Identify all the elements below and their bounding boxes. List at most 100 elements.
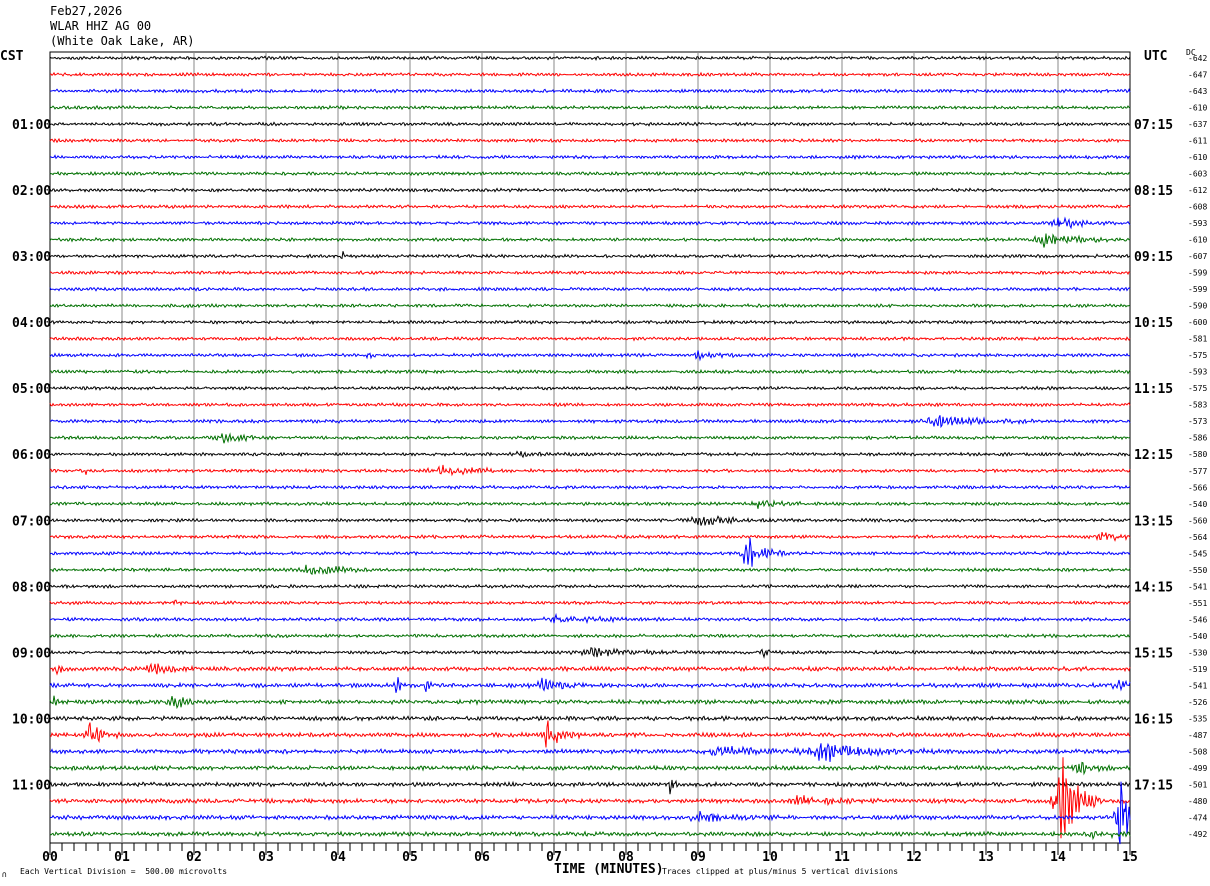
seismic-trace xyxy=(49,633,1131,639)
x-tick-label: 14 xyxy=(1050,850,1066,865)
dc-offset-label: -599 xyxy=(1188,285,1207,294)
seismic-trace xyxy=(49,154,1131,161)
x-tick-label: 09 xyxy=(690,850,706,865)
cst-hour-label: 03:00 xyxy=(12,250,51,265)
x-tick-label: 15 xyxy=(1122,850,1138,865)
seismic-trace xyxy=(49,564,1131,576)
seismic-trace xyxy=(49,830,1131,841)
dc-offset-label: -526 xyxy=(1188,698,1207,707)
dc-offset-label: -608 xyxy=(1188,203,1207,212)
dc-offset-label: -643 xyxy=(1188,87,1207,96)
cst-hour-label: 07:00 xyxy=(12,514,51,529)
dc-offset-label: -581 xyxy=(1188,335,1207,344)
seismic-trace xyxy=(49,531,1131,542)
dc-offset-label: -610 xyxy=(1188,104,1207,113)
scale-note: Each Vertical Division = 500.00 microvol… xyxy=(20,867,228,876)
dc-offset-label: -610 xyxy=(1188,236,1207,245)
dc-offset-label: -492 xyxy=(1188,830,1207,839)
seismic-trace xyxy=(49,121,1131,127)
seismic-trace xyxy=(49,319,1131,326)
seismic-trace xyxy=(49,187,1131,193)
x-tick-label: 01 xyxy=(114,850,130,865)
plot-frame xyxy=(49,51,1131,844)
dc-offset-label: -647 xyxy=(1188,71,1207,80)
seismic-trace xyxy=(49,88,1131,94)
cst-hour-label: 04:00 xyxy=(12,316,51,331)
seismic-trace xyxy=(49,742,1131,762)
dc-offset-label: -508 xyxy=(1188,747,1207,756)
dc-offset-label: -637 xyxy=(1188,120,1207,129)
seismic-trace xyxy=(49,761,1131,776)
dc-offset-label: -540 xyxy=(1188,500,1207,509)
dc-offset-label: -612 xyxy=(1188,186,1207,195)
utc-hour-label: 07:15 xyxy=(1134,118,1173,133)
dc-offset-label: -575 xyxy=(1188,351,1207,360)
seismic-trace xyxy=(49,695,1131,710)
seismic-trace xyxy=(49,432,1131,444)
seismic-trace xyxy=(49,415,1131,429)
dc-offset-label: -545 xyxy=(1188,549,1207,558)
dc-offset-label: -551 xyxy=(1188,599,1207,608)
x-tick-label: 04 xyxy=(330,850,346,865)
dc-offset-label: -535 xyxy=(1188,714,1207,723)
seismic-trace xyxy=(49,104,1131,111)
seismic-trace xyxy=(49,499,1131,509)
dc-offset-label: -540 xyxy=(1188,632,1207,641)
dc-offset-label: -583 xyxy=(1188,401,1207,410)
x-tick-label: 02 xyxy=(186,850,202,865)
seismic-trace xyxy=(49,71,1131,78)
seismic-trace xyxy=(49,484,1131,491)
dc-offset-label: -642 xyxy=(1188,54,1207,63)
dc-offset-label: -519 xyxy=(1188,665,1207,674)
utc-hour-label: 12:15 xyxy=(1134,448,1173,463)
seismic-trace xyxy=(49,251,1131,260)
dc-offset-label: -590 xyxy=(1188,302,1207,311)
seismic-trace xyxy=(49,302,1131,309)
seismic-trace xyxy=(49,677,1131,693)
dc-offset-label: -586 xyxy=(1188,434,1207,443)
seismic-trace xyxy=(49,599,1131,607)
utc-hour-label: 13:15 xyxy=(1134,514,1173,529)
x-tick-label: 11 xyxy=(834,850,850,865)
dc-offset-label: -603 xyxy=(1188,170,1207,179)
dc-offset-label: -575 xyxy=(1188,384,1207,393)
seismic-trace xyxy=(49,350,1131,362)
dc-offset-label: -474 xyxy=(1188,813,1207,822)
seismic-trace xyxy=(49,720,1131,748)
dc-offset-label: -607 xyxy=(1188,252,1207,261)
cst-hour-label: 01:00 xyxy=(12,118,51,133)
x-tick-label: 06 xyxy=(474,850,490,865)
seismic-trace xyxy=(49,537,1131,567)
cst-hour-label: 11:00 xyxy=(12,778,51,793)
utc-hour-label: 09:15 xyxy=(1134,250,1173,265)
x-tick-label: 10 xyxy=(762,850,778,865)
logo-mark: ∩ xyxy=(2,870,7,879)
dc-offset-label: -480 xyxy=(1188,797,1207,806)
seismic-trace xyxy=(49,233,1131,248)
seismic-trace xyxy=(50,612,1131,625)
seismic-trace xyxy=(49,137,1131,144)
seismic-trace xyxy=(49,515,1131,526)
utc-hour-label: 11:15 xyxy=(1134,382,1173,397)
dc-offset-label: -499 xyxy=(1188,764,1207,773)
dc-offset-label: -564 xyxy=(1188,533,1207,542)
x-tick-label: 13 xyxy=(978,850,994,865)
seismic-trace xyxy=(49,647,1131,659)
utc-hour-label: 08:15 xyxy=(1134,184,1173,199)
dc-offset-label: -610 xyxy=(1188,153,1207,162)
seismic-trace xyxy=(49,401,1131,408)
cst-hour-label: 09:00 xyxy=(12,646,51,661)
seismic-trace xyxy=(49,464,1131,477)
dc-offset-label: -611 xyxy=(1188,137,1207,146)
utc-hour-label: 15:15 xyxy=(1134,646,1173,661)
dc-offset-label: -593 xyxy=(1188,219,1207,228)
utc-hour-label: 14:15 xyxy=(1134,580,1173,595)
seismic-trace xyxy=(49,55,1131,62)
seismic-trace xyxy=(49,203,1131,210)
dc-offset-label: -566 xyxy=(1188,483,1207,492)
utc-hour-label: 16:15 xyxy=(1134,712,1173,727)
seismic-trace xyxy=(49,714,1130,723)
utc-hour-label: 17:15 xyxy=(1134,778,1173,793)
dc-offset-label: -550 xyxy=(1188,566,1207,575)
seismic-trace xyxy=(49,216,1131,230)
